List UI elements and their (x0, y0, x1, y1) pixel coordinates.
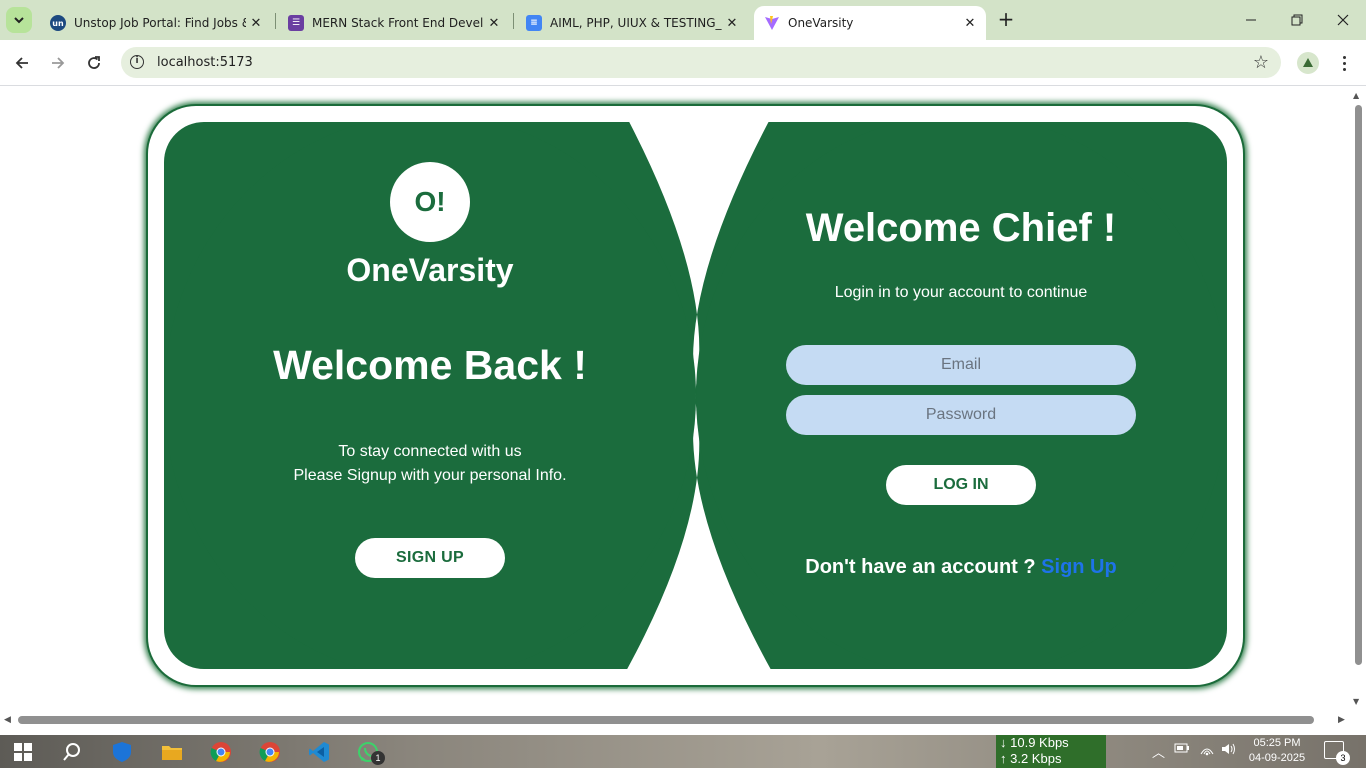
close-icon[interactable]: ✕ (722, 13, 742, 33)
scroll-up-arrow-icon[interactable]: ▲ (1353, 91, 1359, 100)
app-logo: O! (390, 162, 470, 242)
vscode-icon (309, 742, 329, 762)
whatsapp-button[interactable]: 1 (353, 737, 385, 767)
close-icon[interactable]: ✕ (960, 13, 980, 33)
scroll-left-arrow-icon[interactable]: ◀ (4, 715, 11, 725)
tab-mern[interactable]: ☰ MERN Stack Front End Develop ✕ (278, 6, 510, 40)
system-clock[interactable]: 05:25 PM 04-09-2025 (1244, 736, 1310, 766)
folder-icon (162, 746, 182, 760)
vertical-scrollbar[interactable]: ▲ ▼ (1350, 87, 1366, 715)
tray-overflow-icon[interactable]: ︿ (1152, 742, 1165, 761)
tab-separator (275, 13, 276, 29)
signup-prompt: To stay connected with us Please Signup … (230, 440, 630, 488)
start-button[interactable] (8, 737, 38, 767)
info-icon[interactable]: i (130, 55, 144, 69)
search-button[interactable] (57, 737, 87, 767)
tab-title: OneVarsity (788, 16, 854, 30)
forms-icon: ☰ (288, 15, 304, 31)
login-subtitle: Login in to your account to continue (834, 284, 1088, 301)
whatsapp-badge: 1 (371, 751, 385, 765)
arrow-right-icon (52, 57, 65, 69)
network-speed-widget: ↓ 10.9 Kbps ↑ 3.2 Kbps (996, 735, 1106, 768)
url-text: localhost:5173 (157, 55, 253, 70)
chrome-icon (210, 742, 231, 762)
chrome-button[interactable] (206, 737, 236, 767)
chrome-profile-button[interactable] (255, 737, 285, 767)
clock-time: 05:25 PM (1253, 737, 1301, 749)
no-account-text: Don't have an account ? (805, 556, 1036, 578)
no-account-line: Don't have an account ? Sign Up (711, 556, 1211, 579)
welcome-back-heading: Welcome Back ! (273, 342, 587, 388)
search-icon (63, 743, 80, 761)
close-window-button[interactable] (1320, 0, 1366, 40)
horizontal-scrollbar[interactable]: ◀ ▶ (0, 713, 1350, 727)
unstop-icon: un (50, 15, 66, 31)
upload-speed: ↑ 3.2 Kbps (1000, 751, 1062, 766)
menu-button[interactable] (1334, 51, 1354, 75)
address-bar[interactable]: i localhost:5173 ☆ (121, 47, 1281, 78)
vite-icon (764, 15, 780, 31)
horizontal-scroll-thumb[interactable] (18, 716, 1314, 724)
restore-icon (1291, 14, 1303, 26)
restore-button[interactable] (1274, 0, 1320, 40)
forward-button[interactable] (45, 50, 71, 76)
volume-icon[interactable] (1221, 742, 1237, 760)
auth-panel: O! OneVarsity Welcome Back ! To stay con… (164, 122, 1227, 669)
brand-name: OneVarsity (346, 252, 514, 288)
profile-avatar[interactable] (1297, 52, 1319, 74)
back-button[interactable] (9, 50, 35, 76)
signup-prompt-line1: To stay connected with us (338, 443, 522, 460)
login-button[interactable]: LOG IN (886, 465, 1036, 505)
welcome-chief-heading: Welcome Chief ! (805, 206, 1117, 250)
close-icon[interactable]: ✕ (246, 13, 266, 33)
defender-button[interactable] (107, 737, 137, 767)
battery-icon[interactable] (1174, 742, 1190, 758)
minimize-button[interactable] (1228, 0, 1274, 40)
close-icon[interactable]: ✕ (484, 13, 504, 33)
page-viewport: O! OneVarsity Welcome Back ! To stay con… (0, 87, 1366, 715)
docs-icon: ≡ (526, 15, 542, 31)
close-icon (1337, 14, 1349, 26)
shield-icon (113, 742, 131, 762)
new-tab-button[interactable]: + (995, 9, 1017, 31)
browser-toolbar: i localhost:5173 ☆ (0, 40, 1366, 86)
minimize-icon (1246, 19, 1256, 21)
signup-prompt-line2: Please Signup with your personal Info. (293, 467, 567, 484)
scroll-right-arrow-icon[interactable]: ▶ (1338, 715, 1345, 725)
auth-card: O! OneVarsity Welcome Back ! To stay con… (148, 106, 1243, 685)
download-speed: ↓ 10.9 Kbps (1000, 735, 1069, 750)
arrow-left-icon (15, 57, 28, 69)
tab-onevarsity[interactable]: OneVarsity ✕ (754, 6, 986, 40)
notification-count: 3 (1336, 751, 1350, 765)
chevron-down-icon (14, 17, 24, 24)
tab-aiml[interactable]: ≡ AIML, PHP, UIUX & TESTING_In ✕ (516, 6, 748, 40)
file-explorer-button[interactable] (157, 737, 187, 767)
signup-link[interactable]: Sign Up (1041, 556, 1117, 578)
tab-search-button[interactable] (6, 7, 32, 33)
tab-title: MERN Stack Front End Develop (312, 16, 484, 30)
windows-taskbar: 1 ↓ 10.9 Kbps ↑ 3.2 Kbps ︿ 05:25 PM 04-0… (0, 735, 1366, 768)
tab-title: Unstop Job Portal: Find Jobs & (74, 16, 246, 30)
reload-icon (88, 56, 100, 69)
vertical-scroll-thumb[interactable] (1355, 105, 1362, 665)
email-field[interactable] (786, 345, 1136, 385)
bookmark-star-icon[interactable]: ☆ (1253, 52, 1269, 73)
signup-button[interactable]: SIGN UP (355, 538, 505, 578)
tab-title: AIML, PHP, UIUX & TESTING_In (550, 16, 722, 30)
scroll-down-arrow-icon[interactable]: ▼ (1353, 697, 1359, 706)
wifi-icon[interactable] (1199, 742, 1215, 760)
tab-separator (513, 13, 514, 29)
tab-strip: un Unstop Job Portal: Find Jobs & ✕ ☰ ME… (0, 0, 1366, 40)
tab-unstop[interactable]: un Unstop Job Portal: Find Jobs & ✕ (40, 6, 272, 40)
vscode-button[interactable] (304, 737, 334, 767)
extension-icon (1303, 58, 1313, 67)
chrome-icon (259, 742, 280, 762)
windows-logo-icon (14, 743, 32, 761)
reload-button[interactable] (81, 50, 107, 76)
password-field[interactable] (786, 395, 1136, 435)
clock-date: 04-09-2025 (1248, 752, 1306, 764)
